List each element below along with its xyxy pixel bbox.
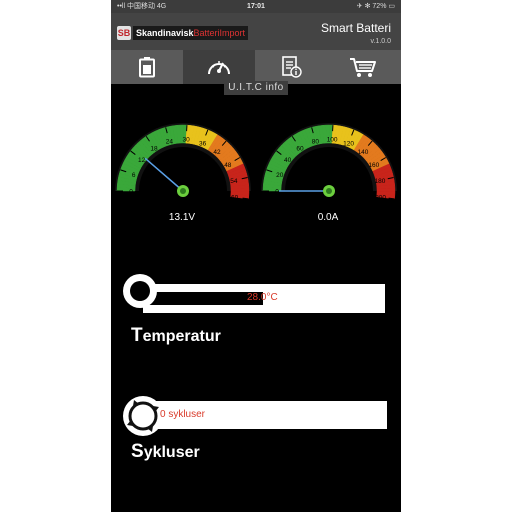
cycle-arrows-icon bbox=[123, 396, 163, 436]
current-gauge-tick-10 bbox=[388, 197, 395, 200]
cycles-value: 0 sykluser bbox=[160, 409, 206, 420]
current-gauge-tick-label-7: 140 bbox=[358, 149, 369, 156]
voltage-gauge-tick-label-6: 36 bbox=[199, 140, 207, 147]
voltage-gauge-tick-10 bbox=[242, 197, 249, 200]
voltage-gauge-tick-label-1: 6 bbox=[132, 172, 136, 179]
voltage-gauge-tick-label-10: 60 bbox=[231, 195, 239, 202]
thermometer-bulb bbox=[123, 274, 157, 308]
gauges-panel: 0 6 12 18 24 30 36 4248 54 60 0 20 40 60 80 100 120 140 16… bbox=[115, 123, 397, 202]
voltage-gauge-tick-label-7: 42 bbox=[213, 149, 221, 156]
temperature-title: Temperatur bbox=[131, 325, 221, 346]
voltage-gauge-band-57 bbox=[230, 187, 250, 192]
current-gauge-tick-label-4: 80 bbox=[312, 138, 320, 145]
voltage-gauge-tick-label-0: 0 bbox=[129, 189, 133, 196]
current-gauge-band-57 bbox=[376, 187, 396, 192]
voltage-gauge-tick-label-5: 30 bbox=[183, 137, 191, 144]
voltage-gauge-tick-label-2: 12 bbox=[138, 157, 146, 164]
current-reading: 0.0A bbox=[317, 212, 339, 223]
current-gauge-tick-label-5: 100 bbox=[327, 137, 338, 144]
current-gauge-tick-label-8: 160 bbox=[368, 162, 379, 169]
current-gauge-tick-label-1: 20 bbox=[276, 172, 284, 179]
voltage-gauge-tick-label-9: 54 bbox=[230, 178, 238, 185]
thermometer-fill bbox=[143, 292, 263, 305]
current-gauge-hub-center bbox=[326, 188, 332, 194]
current-gauge-tick-label-9: 180 bbox=[374, 178, 385, 185]
voltage-reading: 13.1V bbox=[168, 212, 196, 223]
current-gauge-tick-label-6: 120 bbox=[343, 140, 354, 147]
current-gauge-tick-label-0: 0 bbox=[275, 189, 279, 196]
phone-screen: ••ll 中国移动 4G 17:01 ✈ ✻ 72% ▭ SB Skandina… bbox=[111, 0, 401, 512]
voltage-gauge-tick-label-4: 24 bbox=[166, 138, 174, 145]
voltage-gauge-tick-label-8: 48 bbox=[224, 162, 232, 169]
voltage-gauge-tick-label-3: 18 bbox=[150, 145, 158, 152]
cycles-title: Sykluser bbox=[131, 441, 200, 462]
current-gauge-tick-label-10: 200 bbox=[375, 195, 386, 202]
temperature-value: 28.0°C bbox=[247, 292, 278, 303]
current-gauge-tick-label-2: 40 bbox=[284, 157, 292, 164]
voltage-gauge-hub-center bbox=[180, 188, 186, 194]
current-gauge-tick-label-3: 60 bbox=[296, 145, 304, 152]
